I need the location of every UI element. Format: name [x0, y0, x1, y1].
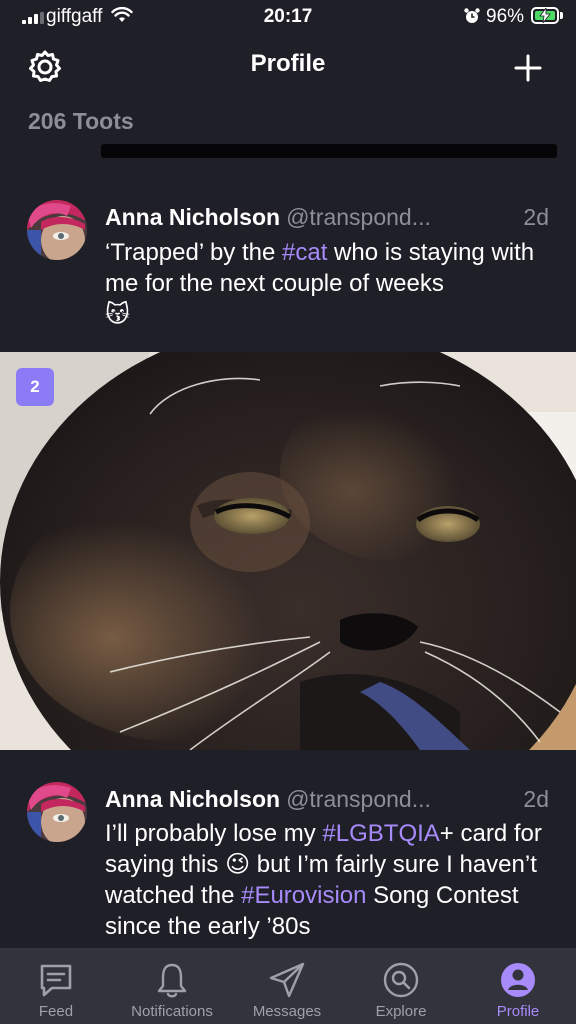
- author-handle[interactable]: @transpond...: [286, 786, 431, 812]
- tab-explore[interactable]: Explore: [342, 948, 460, 1024]
- status-bar: giffgaff 20:17 96%: [0, 0, 576, 34]
- add-toot-button[interactable]: [510, 50, 546, 86]
- tab-notifications[interactable]: Notifications: [112, 948, 232, 1024]
- kissing-cat-emoji: 😽: [105, 301, 131, 328]
- tab-label: Profile: [496, 1003, 540, 1020]
- hashtag-link[interactable]: #Eurovision: [241, 882, 366, 909]
- tab-label: Feed: [38, 1003, 74, 1020]
- tab-feed[interactable]: Feed: [0, 948, 112, 1024]
- plus-icon: [514, 54, 542, 82]
- cat-photo: [0, 352, 576, 750]
- author-handle[interactable]: @transpond...: [286, 204, 431, 230]
- page-title: Profile: [250, 50, 326, 77]
- person-icon: [501, 963, 535, 997]
- battery-cap: [560, 12, 563, 19]
- battery-icon: [531, 7, 559, 24]
- battery-percentage: 96%: [486, 6, 525, 27]
- post-text-segment: ‘Trapped’ by the: [105, 239, 282, 266]
- toots-count: 206 Toots: [28, 108, 134, 134]
- author-name[interactable]: Anna Nicholson: [105, 786, 280, 812]
- avatar[interactable]: [27, 200, 87, 260]
- hashtag-link[interactable]: #cat: [282, 239, 327, 266]
- tab-label: Explore: [375, 1003, 427, 1020]
- tab-label: Notifications: [131, 1003, 213, 1020]
- post-header: Anna Nicholson @transpond... 2d: [105, 204, 549, 231]
- bell-icon: [157, 963, 187, 998]
- post-text: ‘Trapped’ by the #cat who is staying wit…: [105, 237, 555, 330]
- tab-messages[interactable]: Messages: [232, 948, 342, 1024]
- alarm-icon: [464, 8, 480, 23]
- post-text: I’ll probably lose my #LGBTQIA+ card for…: [105, 818, 555, 942]
- chat-bubble-icon: [40, 964, 72, 997]
- profile-header-scrollbar[interactable]: [101, 144, 557, 158]
- post-header: Anna Nicholson @transpond... 2d: [105, 786, 549, 813]
- tab-bar: Feed Notifications Messages Explore Prof…: [0, 948, 576, 1024]
- tab-profile[interactable]: Profile: [460, 948, 576, 1024]
- tab-label: Messages: [252, 1003, 322, 1020]
- post-media-image[interactable]: [0, 352, 576, 750]
- winking-face-emoji: 😉: [225, 851, 251, 878]
- paper-plane-icon: [269, 962, 305, 998]
- post[interactable]: Anna Nicholson @transpond... 2d I’ll prob…: [0, 776, 576, 948]
- hashtag-link[interactable]: #LGBTQIA: [322, 820, 439, 847]
- post-time: 2d: [523, 204, 549, 230]
- search-icon: [383, 962, 419, 998]
- nav-bar: Profile: [0, 40, 576, 92]
- media-count-badge: 2: [16, 368, 54, 406]
- post-text-segment: I’ll probably lose my: [105, 820, 323, 847]
- post-time: 2d: [523, 786, 549, 812]
- author-name[interactable]: Anna Nicholson: [105, 204, 280, 230]
- avatar[interactable]: [27, 782, 87, 842]
